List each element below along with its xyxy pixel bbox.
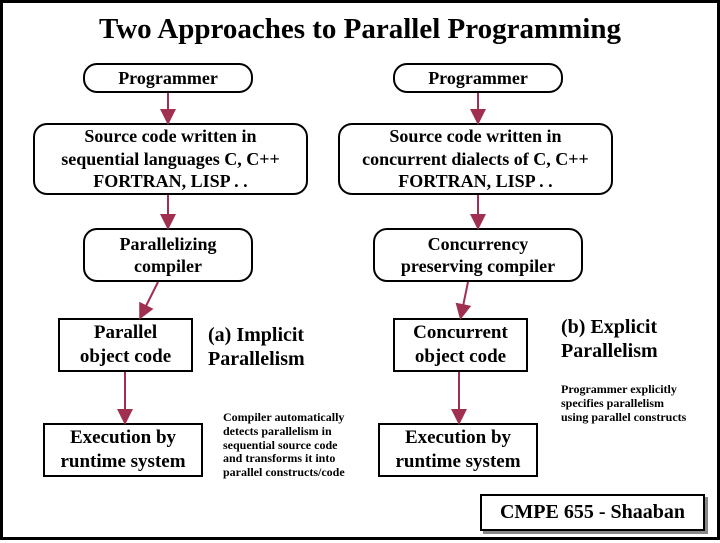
box-programmer-left: Programmer — [83, 63, 253, 93]
box-object-left: Parallelobject code — [58, 318, 193, 372]
box-compiler-right: Concurrencypreserving compiler — [373, 228, 583, 282]
box-source-left: Source code written insequential languag… — [33, 123, 308, 195]
box-programmer-right: Programmer — [393, 63, 563, 93]
box-compiler-left: Parallelizingcompiler — [83, 228, 253, 282]
box-exec-right: Execution byruntime system — [378, 423, 538, 477]
page-title: Two Approaches to Parallel Programming — [3, 3, 717, 52]
label-a: (a) Implicit Parallelism — [208, 323, 343, 371]
note-b: Programmer explicitlyspecifies paralleli… — [561, 383, 706, 424]
box-source-right: Source code written inconcurrent dialect… — [338, 123, 613, 195]
box-object-right: Concurrentobject code — [393, 318, 528, 372]
footer-credit: CMPE 655 - Shaaban — [480, 494, 705, 531]
note-a: Compiler automaticallydetects parallelis… — [223, 411, 368, 480]
label-b: (b) Explicit Parallelism — [561, 315, 711, 363]
box-exec-left: Execution byruntime system — [43, 423, 203, 477]
